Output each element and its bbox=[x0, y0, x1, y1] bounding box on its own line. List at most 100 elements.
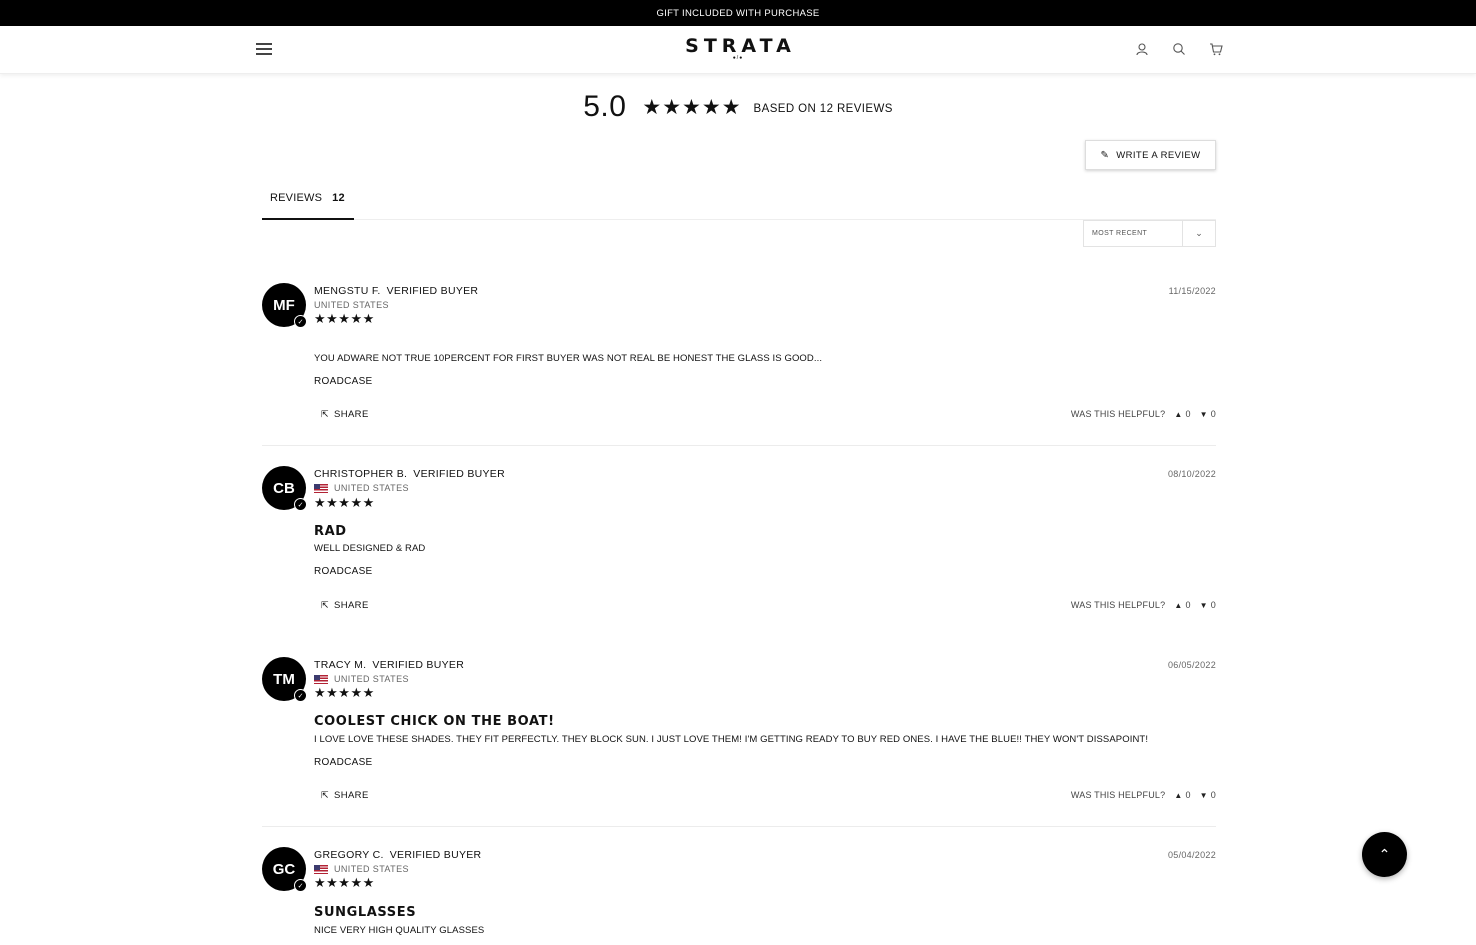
cart-icon[interactable] bbox=[1209, 42, 1223, 56]
helpful-label: WAS THIS HELPFUL? bbox=[1070, 409, 1166, 419]
thumbs-down-icon: ▼ bbox=[1199, 600, 1208, 610]
thumbs-up-icon: ▲ bbox=[1174, 790, 1183, 800]
review-product: ROADCASE bbox=[314, 376, 373, 387]
thumbs-down-button[interactable]: ▼ 0 bbox=[1200, 409, 1216, 419]
review-author: GREGORY C. VERIFIED BUYER bbox=[314, 849, 481, 861]
write-review-button[interactable]: ✎ WRITE A REVIEW bbox=[1085, 140, 1216, 170]
review-date: 06/05/2022 bbox=[1167, 660, 1216, 670]
author-location: UNITED STATES bbox=[314, 483, 409, 493]
review-tabs: REVIEWS 12 bbox=[262, 180, 1216, 220]
review-author: CHRISTOPHER B. VERIFIED BUYER bbox=[314, 468, 505, 480]
search-icon[interactable] bbox=[1172, 42, 1186, 56]
review-author: MENGSTU F. VERIFIED BUYER bbox=[314, 285, 478, 297]
review-item: TM ✓ TRACY M. VERIFIED BUYER UNITED STATE… bbox=[262, 657, 1216, 827]
thumbs-down-button[interactable]: ▼ 0 bbox=[1200, 600, 1216, 610]
sort-dropdown[interactable]: MOST RECENT ⌄ bbox=[1083, 220, 1216, 247]
share-button[interactable]: ⇱ SHARE bbox=[321, 600, 369, 611]
tab-reviews-count: 12 bbox=[332, 192, 345, 204]
share-icon: ⇱ bbox=[321, 409, 329, 419]
share-label: SHARE bbox=[333, 600, 369, 611]
review-item: CB ✓ CHRISTOPHER B. VERIFIED BUYER UNITED… bbox=[262, 466, 1216, 626]
rating-summary: 5.0 ★★★★★ BASED ON 12 REVIEWS bbox=[0, 90, 1476, 124]
review-product: ROADCASE bbox=[314, 566, 373, 577]
author-location: UNITED STATES bbox=[314, 864, 409, 874]
review-date: 11/15/2022 bbox=[1168, 286, 1216, 296]
share-icon: ⇱ bbox=[321, 790, 329, 800]
scroll-to-top-button[interactable]: ⌃ bbox=[1362, 832, 1407, 877]
author-name: MENGSTU F. bbox=[314, 285, 381, 297]
up-count: 0 bbox=[1185, 600, 1191, 610]
review-title: SUNGLASSES bbox=[314, 905, 417, 920]
review-item: MF ✓ MENGSTU F. VERIFIED BUYER UNITED STA… bbox=[262, 283, 1216, 446]
announcement-bar: GIFT INCLUDED WITH PURCHASE bbox=[0, 0, 1476, 26]
verified-check-icon: ✓ bbox=[294, 315, 307, 328]
us-flag-icon bbox=[314, 864, 328, 874]
chevron-up-icon: ⌃ bbox=[1378, 846, 1391, 862]
account-icon[interactable] bbox=[1135, 42, 1149, 56]
thumbs-down-icon: ▼ bbox=[1199, 409, 1208, 419]
author-location: UNITED STATES bbox=[314, 300, 389, 310]
review-product: ROADCASE bbox=[314, 757, 373, 768]
review-stars: ★★★★★ bbox=[314, 686, 375, 701]
summary-stars: ★★★★★ bbox=[642, 95, 742, 119]
review-author: TRACY M. VERIFIED BUYER bbox=[314, 659, 464, 671]
down-count: 0 bbox=[1210, 790, 1216, 800]
helpful-votes: WAS THIS HELPFUL? ▲ 0 ▼ 0 bbox=[1071, 790, 1216, 800]
thumbs-up-button[interactable]: ▲ 0 bbox=[1174, 409, 1190, 419]
verified-buyer-label: VERIFIED BUYER bbox=[372, 659, 465, 671]
location-text: UNITED STATES bbox=[334, 483, 409, 493]
announcement-text: GIFT INCLUDED WITH PURCHASE bbox=[656, 7, 820, 19]
helpful-votes: WAS THIS HELPFUL? ▲ 0 ▼ 0 bbox=[1071, 600, 1216, 610]
share-button[interactable]: ⇱ SHARE bbox=[321, 409, 369, 420]
helpful-votes: WAS THIS HELPFUL? ▲ 0 ▼ 0 bbox=[1071, 409, 1216, 419]
location-text: UNITED STATES bbox=[314, 300, 389, 310]
review-date: 08/10/2022 bbox=[1167, 469, 1216, 479]
review-stars: ★★★★★ bbox=[314, 496, 375, 511]
average-rating: 5.0 bbox=[583, 90, 627, 123]
author-location: UNITED STATES bbox=[314, 674, 409, 684]
down-count: 0 bbox=[1210, 600, 1216, 610]
author-name: CHRISTOPHER B. bbox=[314, 468, 408, 480]
review-stars: ★★★★★ bbox=[314, 876, 375, 891]
site-header: STRATA ●/● bbox=[0, 26, 1476, 74]
verified-check-icon: ✓ bbox=[294, 689, 307, 702]
us-flag-icon bbox=[314, 674, 328, 684]
verified-buyer-label: VERIFIED BUYER bbox=[389, 849, 482, 861]
verified-check-icon: ✓ bbox=[294, 498, 307, 511]
review-title: RAD bbox=[314, 524, 347, 539]
verified-buyer-label: VERIFIED BUYER bbox=[413, 468, 505, 480]
up-count: 0 bbox=[1185, 409, 1191, 419]
location-text: UNITED STATES bbox=[334, 674, 409, 684]
site-logo[interactable]: STRATA ●/● bbox=[0, 35, 1476, 61]
review-body: WELL DESIGNED & RAD bbox=[314, 543, 426, 554]
sort-selected: MOST RECENT bbox=[1092, 230, 1148, 237]
us-flag-icon bbox=[314, 483, 328, 493]
helpful-label: WAS THIS HELPFUL? bbox=[1070, 600, 1166, 610]
share-label: SHARE bbox=[333, 790, 369, 801]
author-name: TRACY M. bbox=[314, 659, 367, 671]
tab-reviews-label: REVIEWS bbox=[270, 192, 323, 204]
review-body: I LOVE LOVE THESE SHADES. THEY FIT PERFE… bbox=[314, 734, 1149, 745]
thumbs-up-button[interactable]: ▲ 0 bbox=[1174, 790, 1190, 800]
review-title: COOLEST CHICK ON THE BOAT! bbox=[314, 714, 555, 729]
author-name: GREGORY C. bbox=[314, 849, 384, 861]
tab-reviews[interactable]: REVIEWS 12 bbox=[262, 180, 354, 220]
review-item: GC ✓ GREGORY C. VERIFIED BUYER UNITED STA… bbox=[262, 847, 1216, 945]
logo-mark: ●/● bbox=[732, 55, 744, 61]
review-stars: ★★★★★ bbox=[314, 312, 375, 327]
verified-check-icon: ✓ bbox=[294, 879, 307, 892]
share-button[interactable]: ⇱ SHARE bbox=[321, 790, 369, 801]
review-body: YOU ADWARE NOT TRUE 10PERCENT FOR FIRST … bbox=[314, 353, 823, 364]
helpful-label: WAS THIS HELPFUL? bbox=[1070, 790, 1166, 800]
review-body: NICE VERY HIGH QUALITY GLASSES bbox=[314, 925, 485, 936]
thumbs-up-icon: ▲ bbox=[1174, 600, 1183, 610]
share-label: SHARE bbox=[333, 409, 369, 420]
verified-buyer-label: VERIFIED BUYER bbox=[386, 285, 479, 297]
thumbs-up-button[interactable]: ▲ 0 bbox=[1174, 600, 1190, 610]
review-count-text: BASED ON 12 REVIEWS bbox=[753, 103, 893, 115]
chevron-down-icon: ⌄ bbox=[1182, 221, 1215, 246]
down-count: 0 bbox=[1210, 409, 1216, 419]
share-icon: ⇱ bbox=[321, 600, 329, 610]
thumbs-down-button[interactable]: ▼ 0 bbox=[1200, 790, 1216, 800]
thumbs-down-icon: ▼ bbox=[1199, 790, 1208, 800]
